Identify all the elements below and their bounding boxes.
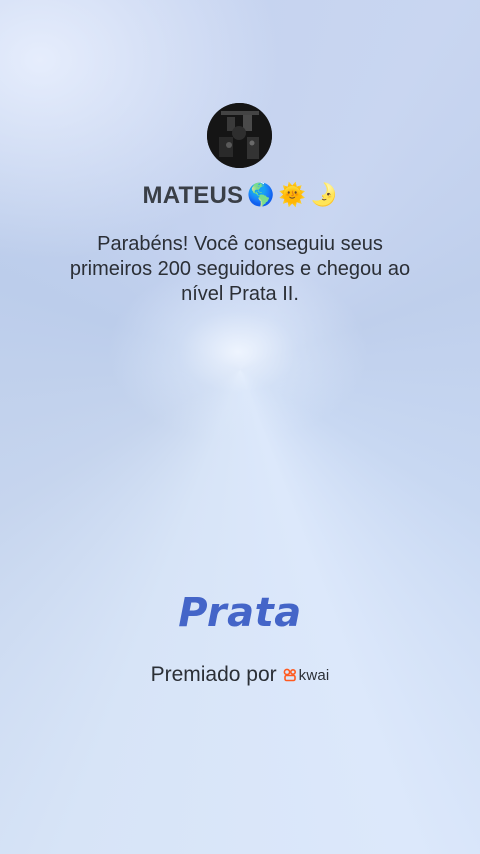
kwai-brand-text: kwai: [298, 666, 330, 684]
level-title: Prata: [178, 590, 302, 636]
avatar[interactable]: [207, 103, 272, 168]
kwai-brand: kwai: [283, 667, 330, 684]
username-row: MATEUS 🌎 🌞 🌛: [0, 178, 480, 214]
awarded-by-row: Premiado por kwai: [0, 661, 480, 689]
username: MATEUS: [142, 182, 244, 209]
congratulations-message: Parabéns! Você conseguiu seus primeiros …: [69, 233, 411, 305]
sun-face-emoji-icon: 🌞: [278, 183, 307, 208]
avatar-photo-icon: [207, 103, 272, 168]
awarded-by-label: Premiado por: [150, 663, 277, 686]
moon-face-emoji-icon: 🌛: [310, 183, 338, 208]
globe-emoji-icon: 🌎: [247, 183, 275, 208]
kwai-logo-icon: [283, 668, 296, 682]
